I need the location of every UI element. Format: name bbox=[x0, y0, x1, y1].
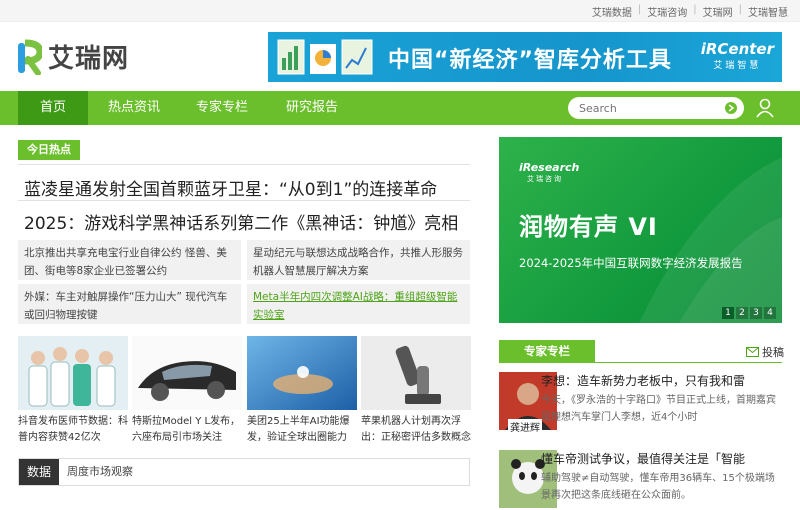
thumbnail-caption[interactable]: 苹果机器人计划再次浮出：正秘密评估多数概念 bbox=[361, 414, 471, 448]
expert-column-tag: 专家专栏 bbox=[499, 340, 595, 362]
carousel-pager: 1 2 3 4 bbox=[720, 307, 776, 319]
thumbnail-caption[interactable]: 特斯拉Model Y L发布，六座布局引市场关注 bbox=[132, 414, 242, 448]
headline-1[interactable]: 蓝凌星通发射全国首颗蓝牙卫星：“从0到1”的连接革命 bbox=[24, 175, 437, 200]
top-link-data[interactable]: 艾瑞数据 bbox=[592, 4, 632, 19]
divider bbox=[18, 200, 470, 201]
top-link-consulting[interactable]: 艾瑞咨询 bbox=[647, 4, 687, 19]
banner-brand: iRCenter 艾瑞智慧 bbox=[701, 40, 774, 71]
nav-expert-column[interactable]: 专家专栏 bbox=[184, 91, 260, 125]
submit-label: 投稿 bbox=[762, 346, 784, 359]
news-thumbnail[interactable] bbox=[18, 336, 128, 410]
doctors-image bbox=[18, 336, 128, 410]
promo-title: 润物有声 VI bbox=[519, 213, 658, 241]
car-image bbox=[132, 336, 242, 410]
tab-weekly-market[interactable]: 周度市场观察 bbox=[67, 459, 133, 485]
promo-brand: iResearch 艾瑞咨询 bbox=[519, 161, 579, 184]
banner-title: 中国“新经济”智库分析工具 bbox=[388, 48, 672, 73]
promo-carousel[interactable]: iResearch 艾瑞咨询 润物有声 VI 2024-2025年中国互联网数字… bbox=[499, 137, 782, 323]
brief-item[interactable]: 外媒：车主对触屏操作“压力山大” 现代汽车或回归物理按键 bbox=[18, 284, 241, 324]
thumbnail-caption[interactable]: 美团25上半年AI功能爆发，验证全球出圈能力 bbox=[247, 414, 357, 448]
news-thumbnail[interactable] bbox=[247, 336, 357, 410]
carousel-page-2[interactable]: 2 bbox=[736, 307, 748, 319]
expert-article-desc: 辅助驾驶≠自动驾驶，懂车帝用36辆车、15个极端场景再次把这条底线砸在公众面前。 bbox=[541, 473, 775, 501]
expert-article[interactable]: 懂车帝测试争议，最值得关注是「智能 辅助驾驶≠自动驾驶，懂车帝用36辆车、15个… bbox=[499, 450, 782, 510]
mail-icon bbox=[746, 347, 759, 357]
promo-brand-main: iResearch bbox=[519, 161, 580, 174]
separator: | bbox=[637, 4, 642, 15]
banner-brand-main: iRCenter bbox=[700, 40, 774, 58]
expert-article-desc: 今天，《罗永浩的十字路口》节目正式上线，首期嘉宾是理想汽车掌门人李想，近4个小时 bbox=[541, 395, 776, 423]
separator: | bbox=[693, 4, 697, 15]
analytics-icons bbox=[277, 39, 373, 75]
top-link-iresearch[interactable]: 艾瑞网 bbox=[703, 4, 733, 19]
site-logo[interactable]: 艾瑞网 bbox=[16, 38, 129, 75]
ad-banner[interactable]: 中国“新经济”智库分析工具 iRCenter 艾瑞智慧 bbox=[268, 32, 782, 82]
separator: | bbox=[738, 4, 742, 15]
brief-item[interactable]: 北京推出共享充电宝行业自律公约 怪兽、美团、街电等8家企业已签署公约 bbox=[18, 240, 241, 280]
today-hot-tag: 今日热点 bbox=[18, 140, 80, 160]
search-input[interactable] bbox=[568, 97, 708, 120]
carousel-page-1[interactable]: 1 bbox=[722, 307, 734, 319]
expert-name: 龚进辉 bbox=[508, 419, 542, 434]
expert-article[interactable]: 龚进辉 李想：造车新势力老板中，只有我和雷 今天，《罗永浩的十字路口》节目正式上… bbox=[499, 372, 782, 434]
news-thumbnail[interactable] bbox=[132, 336, 242, 410]
nav-research-report[interactable]: 研究报告 bbox=[272, 91, 352, 125]
submit-button[interactable]: 投稿 bbox=[746, 344, 784, 360]
nav-home[interactable]: 首页 bbox=[18, 91, 88, 125]
thumbnail-caption[interactable]: 抖音发布医师节数据：科普内容获赞42亿次 bbox=[18, 414, 128, 448]
divider bbox=[18, 164, 470, 165]
logo-text: 艾瑞网 bbox=[48, 44, 130, 74]
robot-image bbox=[361, 336, 471, 410]
carousel-page-4[interactable]: 4 bbox=[764, 307, 776, 319]
brief-item[interactable]: 星动纪元与联想达成战略合作，共推人形服务机器人智慧展厅解决方案 bbox=[247, 240, 470, 280]
carousel-page-3[interactable]: 3 bbox=[750, 307, 762, 319]
banner-brand-sub: 艾瑞智慧 bbox=[713, 61, 762, 71]
promo-brand-sub: 艾瑞咨询 bbox=[527, 175, 563, 183]
top-bar: 艾瑞数据 | 艾瑞咨询 | 艾瑞网 | 艾瑞智慧 bbox=[0, 0, 800, 22]
logo-icon bbox=[18, 39, 42, 75]
expert-article-title: 懂车帝测试争议，最值得关注是「智能 bbox=[541, 452, 746, 466]
top-link-wisdom[interactable]: 艾瑞智慧 bbox=[748, 4, 788, 19]
brief-item[interactable]: Meta半年内四次调整AI战略：重组超级智能实验室 bbox=[247, 284, 470, 324]
data-tab-bar: 数据 周度市场观察 bbox=[18, 458, 470, 486]
nav-hot-news[interactable]: 热点资讯 bbox=[96, 91, 172, 125]
expert-article-title: 李想：造车新势力老板中，只有我和雷 bbox=[541, 374, 746, 388]
search-icon[interactable] bbox=[724, 101, 738, 115]
abstract-image bbox=[247, 336, 357, 410]
search-box bbox=[568, 97, 744, 120]
news-thumbnail[interactable] bbox=[361, 336, 471, 410]
promo-subtitle: 2024-2025年中国互联网数字经济发展报告 bbox=[519, 256, 743, 270]
divider bbox=[499, 362, 782, 363]
headline-2[interactable]: 2025：游戏科学黑神话系列第二作《黑神话：钟馗》亮相 bbox=[24, 209, 458, 234]
tab-data[interactable]: 数据 bbox=[19, 459, 59, 485]
top-links: 艾瑞数据 | 艾瑞咨询 | 艾瑞网 | 艾瑞智慧 bbox=[592, 4, 788, 19]
user-icon[interactable] bbox=[756, 98, 774, 118]
